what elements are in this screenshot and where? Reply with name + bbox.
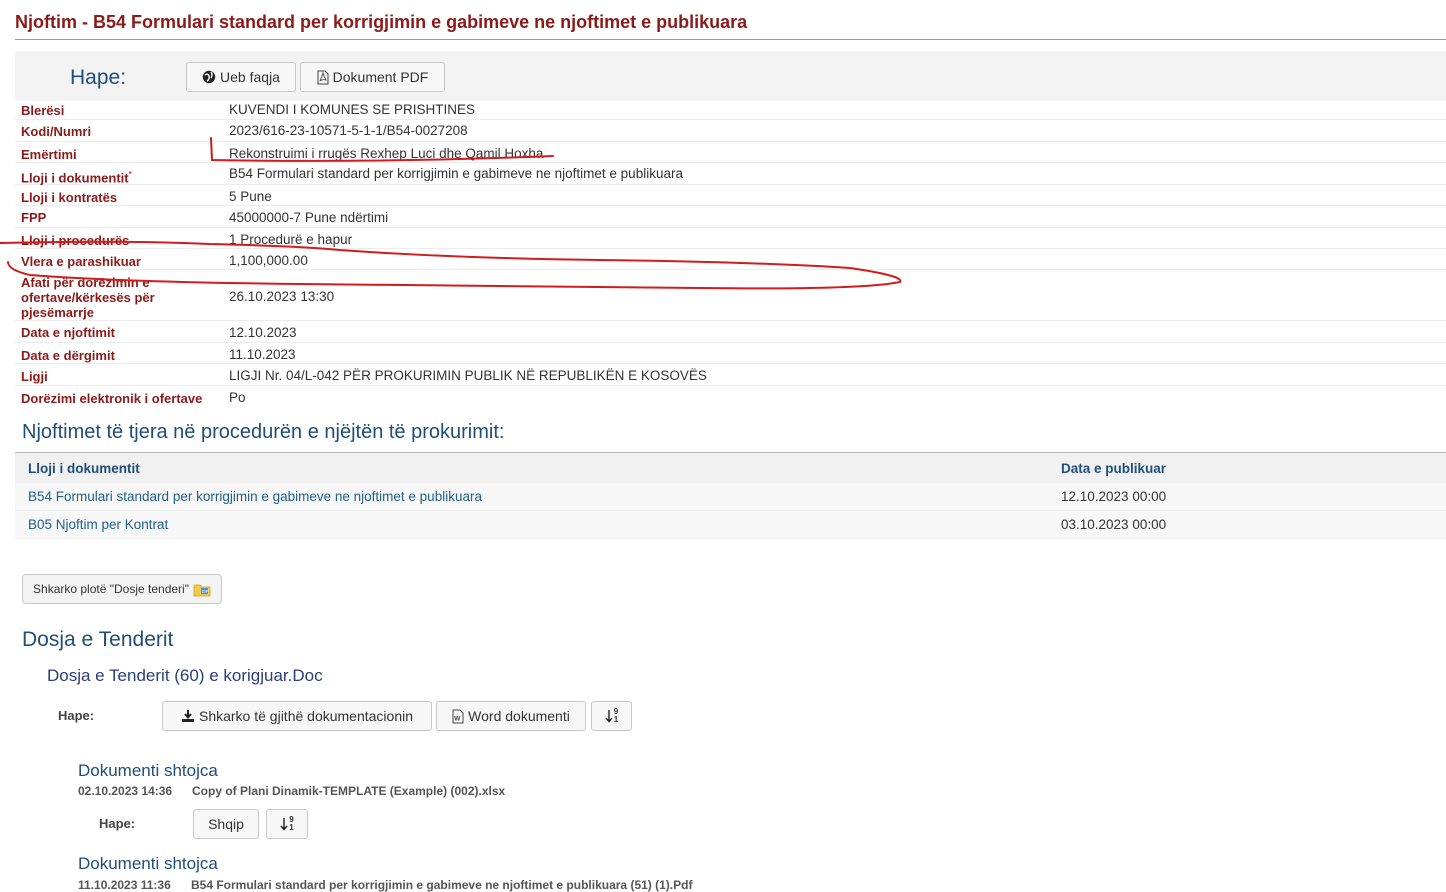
detail-label: Lloji i dokumentit*: [21, 167, 132, 185]
detail-label-text: Lloji i dokumentit: [21, 170, 129, 186]
detail-row: FPP 45000000-7 Pune ndërtimi: [15, 206, 1446, 228]
notice-date: 12.10.2023 00:00: [1061, 489, 1167, 504]
zip-icon: ZIP: [193, 581, 211, 597]
download-all-docs-button[interactable]: Shkarko të gjithë dokumentacionin: [162, 701, 432, 731]
detail-value: 45000000-7 Pune ndërtimi: [229, 210, 389, 225]
detail-value: KUVENDI I KOMUNES SE PRISHTINES: [229, 102, 476, 117]
word-document-button[interactable]: W Word dokumenti: [436, 701, 586, 731]
table-row: B05 Njoftim per Kontrat 03.10.2023 00:00: [15, 511, 1446, 539]
detail-row: Vlera e parashikuar 1,100,000.00: [15, 249, 1446, 270]
detail-label: Kodi/Numri: [21, 124, 92, 139]
attachment-heading: Dokumenti shtojca: [78, 854, 218, 873]
notice-details: Blerësi KUVENDI I KOMUNES SE PRISHTINES …: [15, 99, 1446, 407]
detail-value: 1 Procedurë e hapur: [229, 232, 353, 247]
detail-row: Lloji i procedurës 1 Procedurë e hapur: [15, 228, 1446, 249]
table-header: Lloji i dokumentit Data e publikuar: [15, 452, 1446, 483]
detail-label: Data e dërgimit: [21, 348, 115, 363]
albanian-language-button[interactable]: Shqip: [193, 809, 259, 839]
column-header-published-date: Data e publikuar: [1061, 461, 1167, 476]
tender-file-heading: Dosja e Tenderit: [22, 628, 174, 651]
attachment-datetime: 02.10.2023 14:36: [78, 784, 173, 798]
word-icon: W: [452, 709, 464, 724]
attachment-filename: Copy of Plani Dinamik-TEMPLATE (Example)…: [192, 784, 506, 798]
detail-label: Lloji i kontratës: [21, 190, 118, 205]
detail-label: Dorëzimi elektronik i ofertave: [21, 391, 203, 406]
detail-label: Data e njoftimit: [21, 325, 115, 340]
word-document-label: Word dokumenti: [468, 708, 570, 724]
detail-value: 2023/616-23-10571-5-1-1/B54-0027208: [229, 123, 468, 138]
other-notices-table: Lloji i dokumentit Data e publikuar B54 …: [15, 452, 1446, 539]
detail-value: 5 Pune: [229, 189, 272, 204]
detail-row: Data e dërgimit 11.10.2023: [15, 343, 1446, 364]
column-header-doc-type: Lloji i dokumentit: [28, 461, 140, 476]
sort-glyph-bottom: 1: [613, 715, 619, 724]
attachment-heading: Dokumenti shtojca: [78, 761, 218, 780]
globe-icon: [202, 70, 216, 84]
detail-label: Afati për dorëzimin e ofertave/kërkesës …: [21, 275, 155, 320]
detail-value: B54 Formulari standard per korrigjimin e…: [229, 166, 683, 181]
detail-row: Lloji i kontratës 5 Pune: [15, 185, 1446, 206]
notice-link[interactable]: B05 Njoftim per Kontrat: [28, 517, 168, 532]
required-mark: *: [128, 170, 132, 179]
web-page-button-label: Ueb faqja: [220, 69, 280, 85]
svg-text:W: W: [454, 715, 461, 722]
pdf-document-button-label: Dokument PDF: [332, 69, 429, 85]
detail-row: Ligji LIGJI Nr. 04/L-042 PËR PROKURIMIN …: [15, 364, 1446, 386]
detail-row: Lloji i dokumentit* B54 Formulari standa…: [15, 163, 1446, 185]
sort-icon: 9 1: [605, 708, 618, 724]
attachment-open-label: Hape:: [99, 816, 136, 831]
download-icon: [181, 709, 195, 723]
detail-value: 11.10.2023: [229, 347, 296, 362]
detail-row: Data e njoftimit 12.10.2023: [15, 321, 1446, 343]
detail-value: Rekonstruimi i rrugës Rexhep Luci dhe Qa…: [229, 146, 544, 161]
detail-value: 26.10.2023 13:30: [229, 289, 335, 304]
sort-glyph-bottom: 1: [289, 823, 294, 832]
detail-label: Ligji: [21, 369, 48, 384]
web-page-button[interactable]: Ueb faqja: [186, 62, 296, 92]
table-row: B54 Formulari standard per korrigjimin e…: [15, 483, 1446, 511]
download-tender-dossier-button[interactable]: Shkarko plotë "Dosje tenderi" ZIP: [22, 574, 222, 604]
detail-label: Vlera e parashikuar: [21, 254, 141, 269]
detail-value: 1,100,000.00: [229, 253, 308, 268]
other-notices-heading: Njoftimet të tjera në procedurën e njëjt…: [22, 421, 505, 443]
download-tender-dossier-label: Shkarko plotë "Dosje tenderi": [33, 582, 189, 596]
page-title: Njoftim - B54 Formulari standard per kor…: [15, 12, 1446, 40]
detail-label: Lloji i procedurës: [21, 233, 130, 248]
detail-value: 12.10.2023: [229, 325, 297, 340]
detail-row: Dorëzimi elektronik i ofertave Po: [15, 386, 1446, 407]
tender-file-open-label: Hape:: [58, 708, 95, 723]
download-all-docs-label: Shkarko të gjithë dokumentacionin: [198, 708, 414, 724]
open-label: Hape:: [70, 66, 127, 89]
detail-label: Blerësi: [21, 103, 65, 118]
albanian-language-label: Shqip: [208, 816, 244, 832]
sort-icon: 9 1: [280, 816, 294, 832]
detail-value: Po: [229, 390, 246, 405]
pdf-document-button[interactable]: Dokument PDF: [300, 62, 445, 92]
pdf-icon: [317, 70, 329, 85]
detail-row: Blerësi KUVENDI I KOMUNES SE PRISHTINES: [15, 99, 1446, 120]
notice-date: 03.10.2023 00:00: [1061, 517, 1167, 532]
detail-label: Emërtimi: [21, 147, 77, 162]
detail-row: Kodi/Numri 2023/616-23-10571-5-1-1/B54-0…: [15, 120, 1446, 142]
detail-row: Afati për dorëzimin e ofertave/kërkesës …: [15, 270, 1446, 321]
detail-label: FPP: [21, 210, 47, 225]
detail-row: Emërtimi Rekonstruimi i rrugës Rexhep Lu…: [15, 142, 1446, 163]
detail-value: LIGJI Nr. 04/L-042 PËR PROKURIMIN PUBLIK…: [229, 368, 707, 383]
notice-link[interactable]: B54 Formulari standard per korrigjimin e…: [28, 489, 482, 504]
sort-button[interactable]: 9 1: [591, 701, 632, 731]
tender-file-subheading: Dosja e Tenderit (60) e korigjuar.Doc: [47, 666, 323, 685]
svg-text:ZIP: ZIP: [202, 589, 209, 594]
attachment-sort-button[interactable]: 9 1: [266, 809, 308, 839]
